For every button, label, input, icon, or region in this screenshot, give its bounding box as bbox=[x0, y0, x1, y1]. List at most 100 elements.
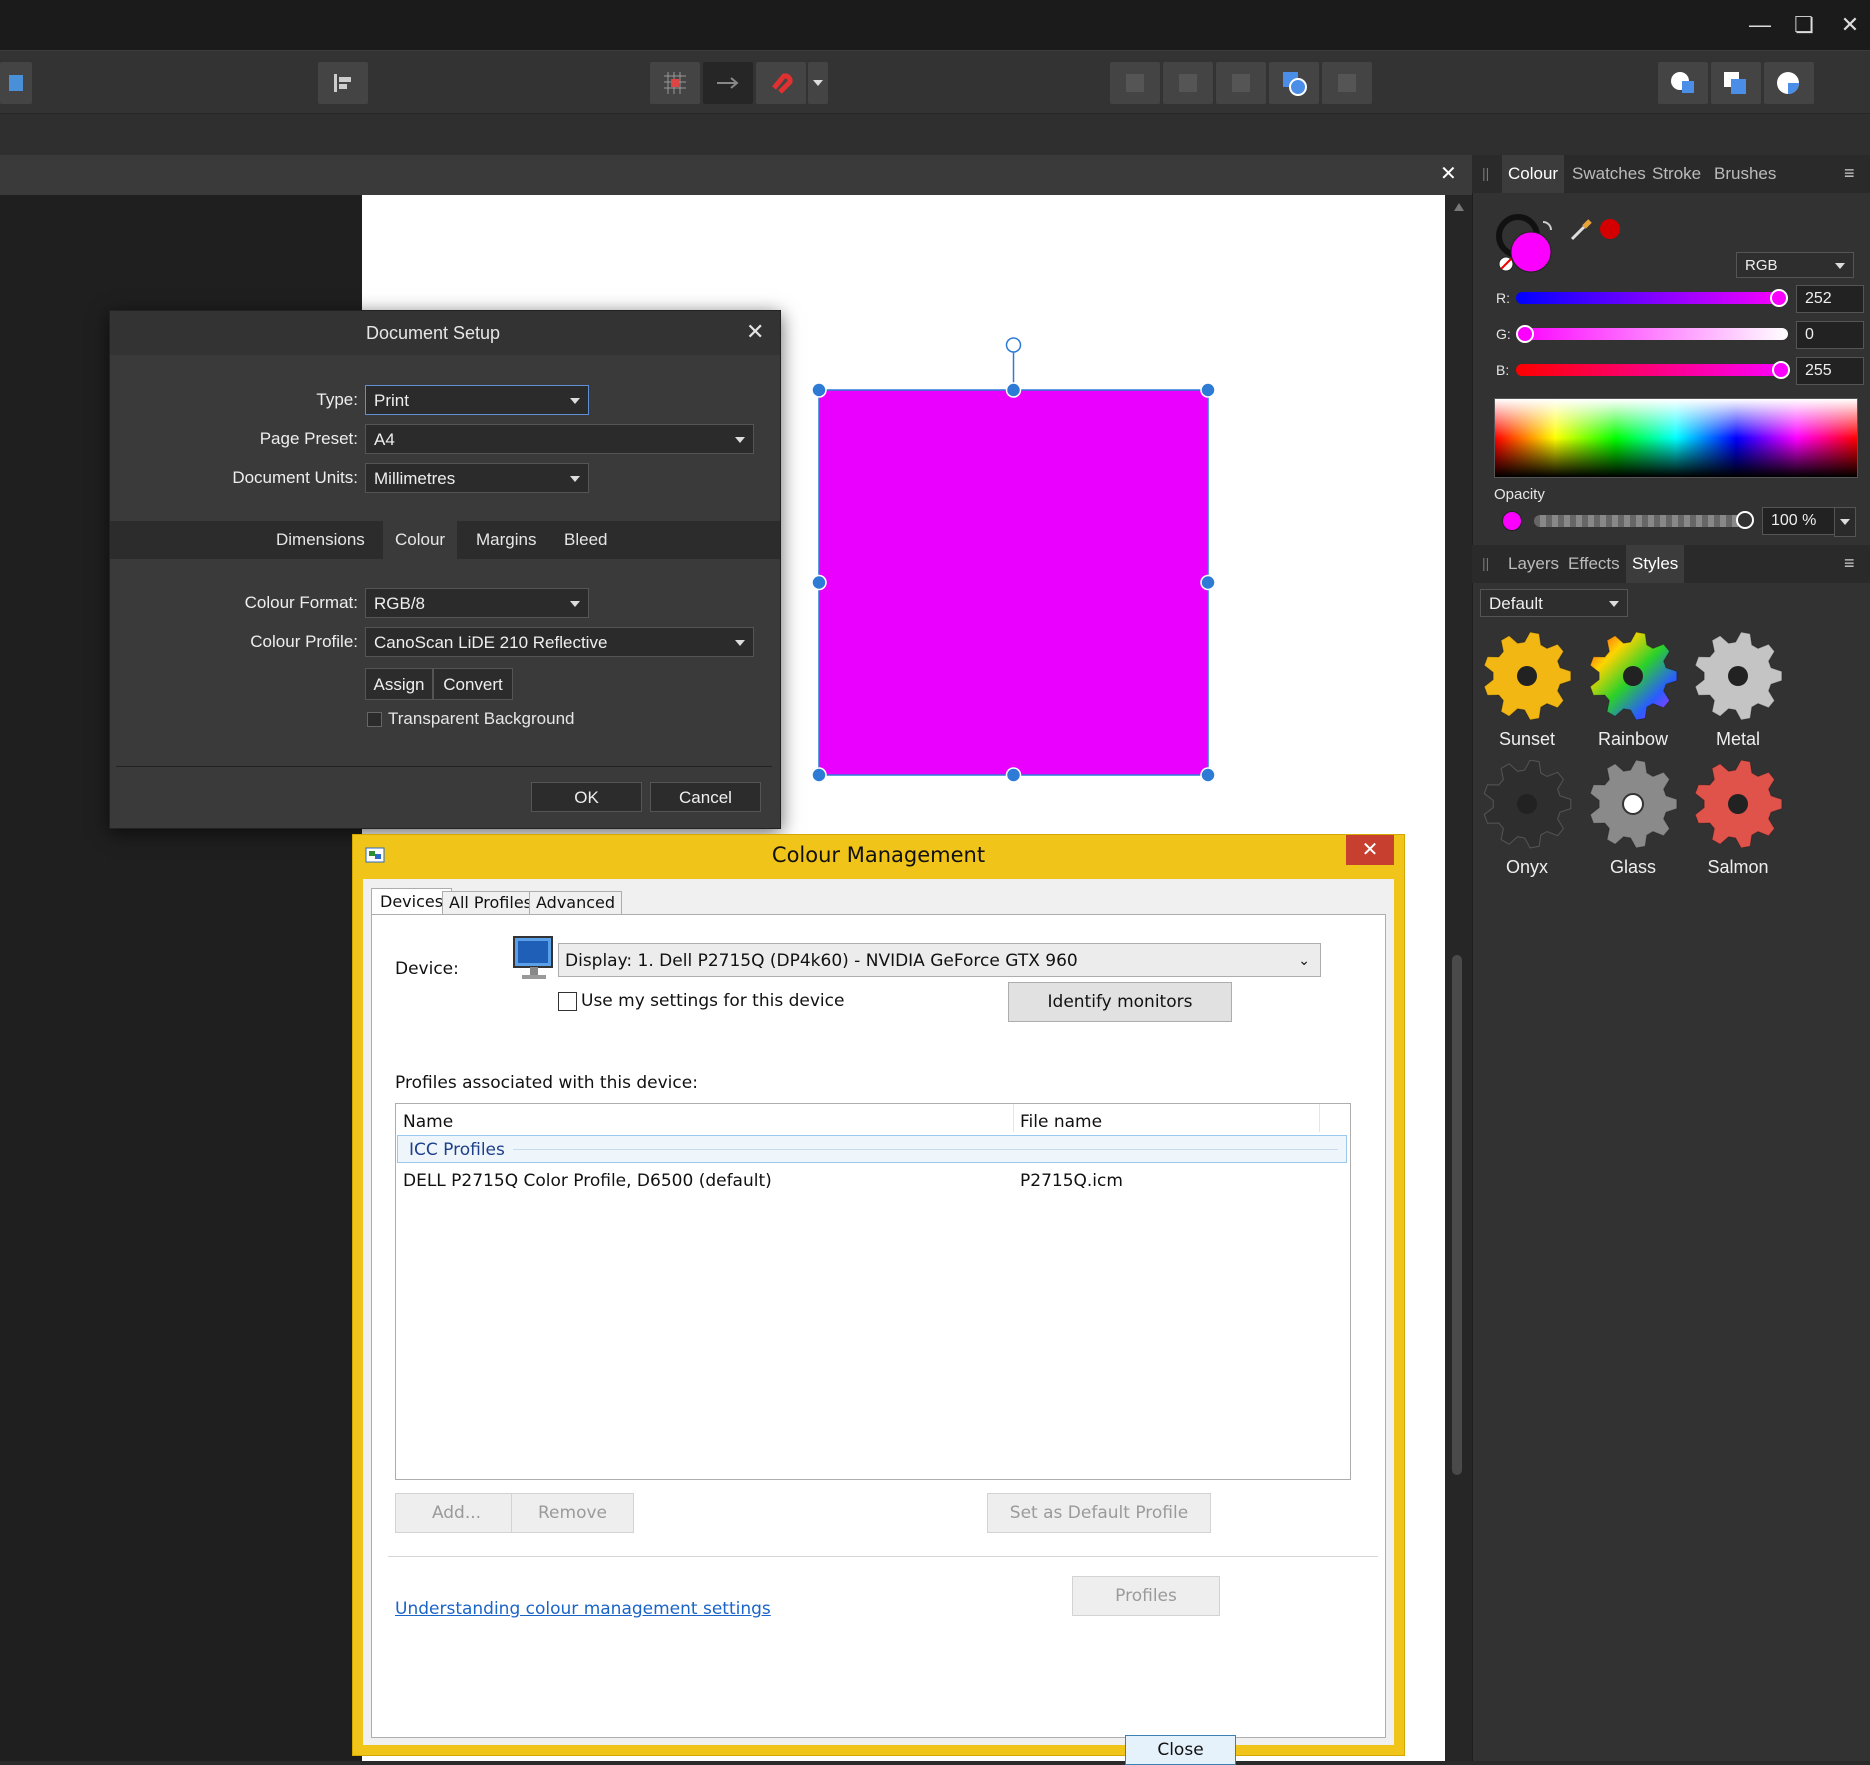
tab-layers[interactable]: Layers bbox=[1502, 545, 1565, 583]
panel-grip-icon[interactable]: || bbox=[1482, 165, 1489, 181]
g-value[interactable]: 0 bbox=[1796, 321, 1864, 349]
rotation-handle[interactable] bbox=[1005, 337, 1022, 353]
g-slider-knob[interactable] bbox=[1516, 325, 1534, 343]
colour-picker-icon[interactable] bbox=[1568, 215, 1596, 248]
b-slider[interactable] bbox=[1516, 364, 1788, 376]
style-tile-rainbow[interactable]: Rainbow bbox=[1583, 631, 1683, 750]
boolean-divide-icon[interactable] bbox=[1322, 62, 1372, 104]
tab-advanced[interactable]: Advanced bbox=[529, 891, 623, 915]
resize-handle[interactable] bbox=[811, 382, 827, 398]
grid-icon[interactable] bbox=[650, 62, 700, 104]
identify-monitors-button[interactable]: Identify monitors bbox=[1008, 982, 1232, 1022]
opacity-dropdown-icon[interactable] bbox=[1834, 507, 1856, 537]
understanding-colour-management-link[interactable]: Understanding colour management settings bbox=[395, 1599, 771, 1619]
colour-mode-select[interactable]: RGB bbox=[1736, 252, 1854, 278]
assign-button[interactable]: Assign bbox=[365, 668, 433, 700]
tab-styles[interactable]: Styles bbox=[1626, 545, 1685, 583]
profiles-list[interactable]: Name File name ICC Profiles DELL P2715Q … bbox=[395, 1103, 1351, 1480]
panel-menu-icon[interactable]: ≡ bbox=[1844, 553, 1855, 574]
opacity-value[interactable]: 100 % bbox=[1762, 507, 1842, 535]
tab-devices[interactable]: Devices bbox=[371, 888, 453, 915]
column-header-file[interactable]: File name bbox=[1020, 1112, 1102, 1132]
style-tile-glass[interactable]: Glass bbox=[1583, 759, 1683, 878]
tab-effects[interactable]: Effects bbox=[1562, 545, 1626, 583]
fill-stroke-wells[interactable] bbox=[1493, 212, 1563, 276]
device-select[interactable]: Display: 1. Dell P2715Q (DP4k60) - NVIDI… bbox=[558, 943, 1321, 977]
resize-handle[interactable] bbox=[811, 767, 827, 783]
insert-behind-icon[interactable] bbox=[1711, 62, 1761, 104]
panel-menu-icon[interactable]: ≡ bbox=[1844, 163, 1855, 184]
vertical-scrollbar[interactable] bbox=[1445, 195, 1472, 1761]
close-document-icon[interactable]: ✕ bbox=[1440, 161, 1457, 186]
minimize-icon[interactable]: — bbox=[1740, 8, 1780, 42]
b-value[interactable]: 255 bbox=[1796, 357, 1864, 385]
insert-top-icon[interactable] bbox=[1764, 62, 1814, 104]
tab-colour[interactable]: Colour bbox=[383, 521, 458, 559]
move-icon[interactable] bbox=[703, 62, 753, 104]
use-my-settings-checkbox[interactable] bbox=[558, 992, 577, 1011]
tab-stroke[interactable]: Stroke bbox=[1646, 155, 1707, 193]
add-button[interactable]: Add... bbox=[395, 1493, 518, 1533]
colour-profile-select[interactable]: CanoScan LiDE 210 Reflective bbox=[365, 627, 754, 657]
magnet-icon[interactable] bbox=[756, 62, 806, 104]
convert-button[interactable]: Convert bbox=[433, 668, 513, 700]
panel-grip-icon[interactable]: || bbox=[1482, 555, 1489, 571]
boolean-xor-icon[interactable] bbox=[1269, 62, 1319, 104]
colour-format-select[interactable]: RGB/8 bbox=[365, 588, 589, 618]
column-header-name[interactable]: Name bbox=[403, 1112, 453, 1132]
tab-bleed[interactable]: Bleed bbox=[556, 521, 615, 559]
colour-spectrum[interactable] bbox=[1494, 398, 1858, 478]
resize-handle[interactable] bbox=[811, 574, 827, 591]
tab-brushes[interactable]: Brushes bbox=[1708, 155, 1782, 193]
resize-handle[interactable] bbox=[1200, 382, 1216, 398]
g-slider[interactable] bbox=[1516, 328, 1788, 340]
style-tile-onyx[interactable]: Onyx bbox=[1477, 759, 1577, 878]
resize-handle[interactable] bbox=[1005, 767, 1022, 783]
resize-handle[interactable] bbox=[1200, 767, 1216, 783]
r-slider-knob[interactable] bbox=[1770, 289, 1788, 307]
boolean-subtract-icon[interactable] bbox=[1163, 62, 1213, 104]
resize-handle[interactable] bbox=[1200, 574, 1216, 591]
snapping-dropdown-icon[interactable] bbox=[808, 62, 828, 104]
tab-all-profiles[interactable]: All Profiles bbox=[442, 891, 540, 915]
transparent-background-checkbox[interactable] bbox=[367, 712, 382, 727]
style-tile-salmon[interactable]: Salmon bbox=[1688, 759, 1788, 878]
icc-profiles-group[interactable]: ICC Profiles bbox=[397, 1135, 1347, 1163]
selected-rectangle[interactable] bbox=[800, 325, 1240, 795]
style-tile-metal[interactable]: Metal bbox=[1688, 631, 1788, 750]
boolean-add-icon[interactable] bbox=[1110, 62, 1160, 104]
opacity-slider-knob[interactable] bbox=[1736, 511, 1754, 529]
close-icon[interactable]: ✕ bbox=[1830, 8, 1870, 42]
opacity-slider[interactable] bbox=[1534, 515, 1746, 527]
scrollbar-thumb[interactable] bbox=[1452, 955, 1462, 1475]
b-slider-knob[interactable] bbox=[1772, 361, 1790, 379]
r-slider[interactable] bbox=[1516, 292, 1788, 304]
boolean-intersect-icon[interactable] bbox=[1216, 62, 1266, 104]
close-icon[interactable]: ✕ bbox=[746, 319, 764, 345]
resize-handle[interactable] bbox=[1005, 382, 1022, 398]
r-value[interactable]: 252 bbox=[1796, 285, 1864, 313]
picked-colour-swatch[interactable] bbox=[1599, 218, 1621, 240]
close-icon[interactable]: ✕ bbox=[1346, 835, 1394, 865]
table-row[interactable]: DELL P2715Q Color Profile, D6500 (defaul… bbox=[397, 1166, 1347, 1194]
insert-inside-icon[interactable] bbox=[1658, 62, 1708, 104]
page-preset-select[interactable]: A4 bbox=[365, 424, 754, 454]
cancel-button[interactable]: Cancel bbox=[650, 782, 761, 812]
align-left-icon[interactable] bbox=[318, 62, 368, 104]
tab-colour[interactable]: Colour bbox=[1502, 155, 1565, 193]
type-select[interactable]: Print bbox=[365, 385, 589, 415]
tab-swatches[interactable]: Swatches bbox=[1566, 155, 1652, 193]
ok-button[interactable]: OK bbox=[531, 782, 642, 812]
snapping-icon[interactable] bbox=[0, 62, 32, 104]
gear-icon bbox=[1483, 631, 1572, 721]
restore-icon[interactable]: ❏ bbox=[1784, 8, 1824, 42]
styles-category-select[interactable]: Default bbox=[1480, 589, 1628, 617]
style-tile-sunset[interactable]: Sunset bbox=[1477, 631, 1577, 750]
set-default-profile-button[interactable]: Set as Default Profile bbox=[987, 1493, 1211, 1533]
tab-dimensions[interactable]: Dimensions bbox=[268, 521, 373, 559]
scroll-up-icon[interactable] bbox=[1454, 203, 1464, 211]
tab-margins[interactable]: Margins bbox=[468, 521, 544, 559]
document-units-select[interactable]: Millimetres bbox=[365, 463, 589, 493]
profiles-button[interactable]: Profiles bbox=[1072, 1576, 1220, 1616]
remove-button[interactable]: Remove bbox=[511, 1493, 634, 1533]
